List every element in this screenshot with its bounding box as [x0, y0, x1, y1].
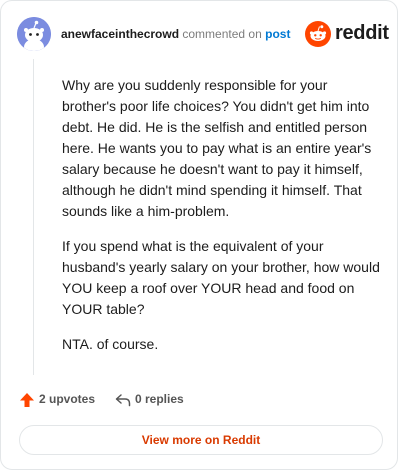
- reddit-wordmark: reddit: [335, 22, 389, 44]
- thread-line: [33, 59, 34, 375]
- reply-arrow-icon: [115, 394, 131, 407]
- comment-body: Why are you suddenly responsible for you…: [62, 75, 380, 369]
- reddit-logo[interactable]: reddit: [305, 21, 389, 47]
- username-link[interactable]: anewfaceinthecrowd: [61, 27, 179, 41]
- snoo-avatar-icon[interactable]: [17, 17, 51, 51]
- upvote-count: 2 upvotes: [39, 392, 96, 406]
- comment-card: anewfaceinthecrowd commented on post red…: [0, 0, 398, 470]
- comment-meta: anewfaceinthecrowd commented on post: [61, 25, 290, 43]
- comment-paragraph: If you spend what is the equivalent of y…: [62, 238, 380, 317]
- comment-paragraph: Why are you suddenly responsible for you…: [62, 77, 372, 219]
- post-link[interactable]: post: [265, 27, 290, 41]
- comment-header: anewfaceinthecrowd commented on post red…: [17, 17, 389, 51]
- upvote-arrow-icon: [20, 393, 34, 407]
- replies-count: 0 replies: [135, 392, 184, 406]
- comment-paragraph: NTA. of course.: [62, 336, 159, 352]
- view-more-button[interactable]: View more on Reddit: [19, 425, 383, 455]
- action-text: commented on: [182, 27, 262, 41]
- reddit-logo-icon: [305, 21, 331, 47]
